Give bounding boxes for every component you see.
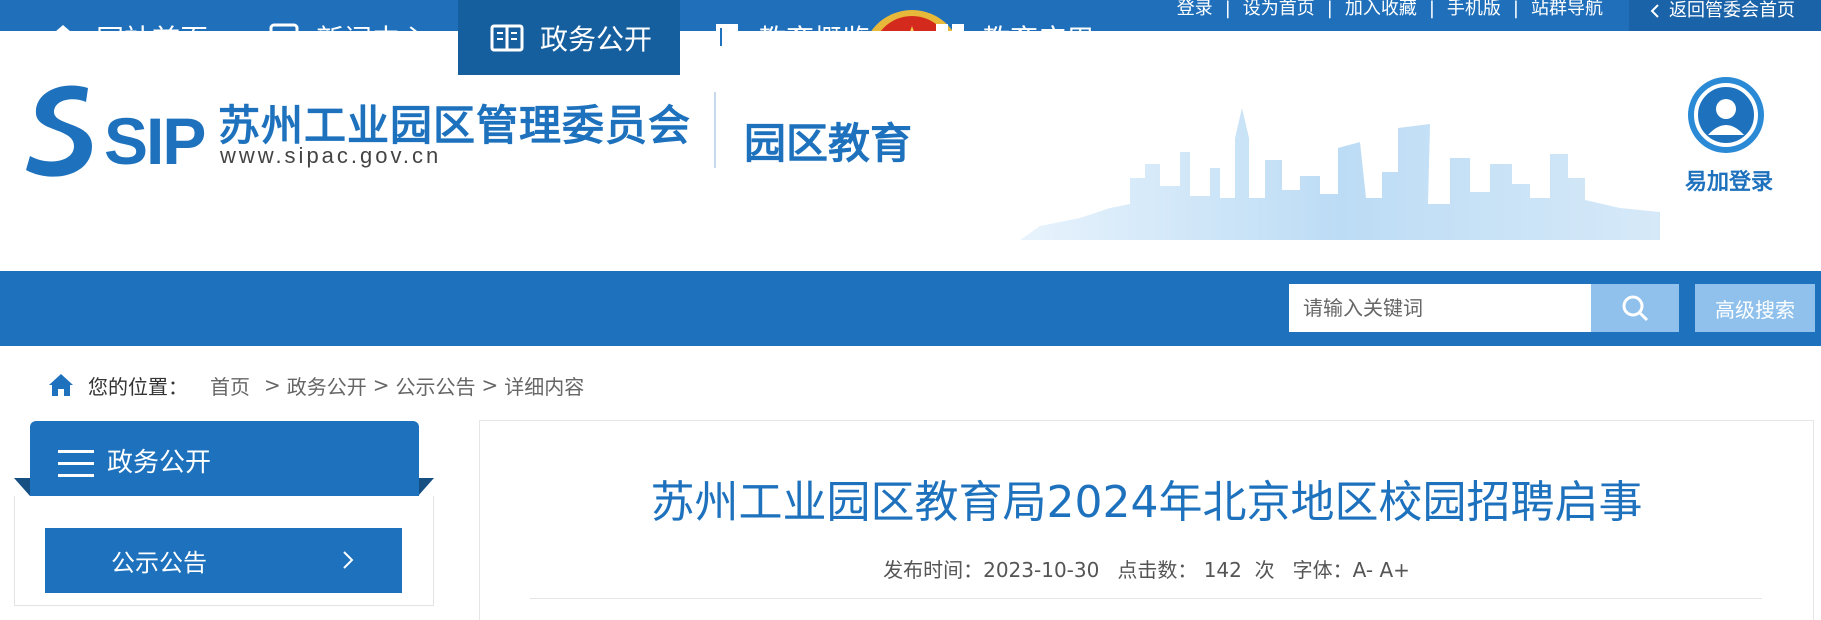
yijia-login-link[interactable]: 易加登录 xyxy=(1684,164,1774,196)
clicks-label: 点击数： xyxy=(1117,558,1198,582)
news-icon xyxy=(269,23,299,52)
article-divider xyxy=(530,598,1762,599)
sidebar-item-announcements[interactable]: 公示公告 xyxy=(45,528,402,593)
menu-icon xyxy=(58,450,94,477)
search-button[interactable] xyxy=(1591,284,1679,332)
sidebar-item-label: 公示公告 xyxy=(111,549,207,577)
org-url: www.sipac.gov.cn xyxy=(220,143,442,168)
chevron-right-icon xyxy=(343,551,354,569)
top-links: 登录 | 设为首页 | 加入收藏 | 手机版 | 站群导航 返回管委会首页 xyxy=(1171,0,1821,31)
user-avatar-icon[interactable] xyxy=(1686,75,1766,155)
apps-icon xyxy=(936,23,964,52)
add-favorites-link[interactable]: 加入收藏 xyxy=(1339,0,1423,18)
sip-logo-text: SIP xyxy=(104,104,206,178)
breadcrumb-home[interactable]: 首页 xyxy=(210,371,250,400)
publish-label: 发布时间： xyxy=(883,558,984,582)
article-meta: 发布时间：2023-10-30 点击数： 142 次字体：A- A+ xyxy=(479,554,1814,583)
sip-logo-icon xyxy=(26,85,92,177)
font-size-label: 字体： xyxy=(1292,558,1353,582)
header-divider xyxy=(714,92,716,168)
section-name: 园区教育 xyxy=(744,119,913,168)
publish-date: 2023-10-30 xyxy=(983,558,1100,582)
set-homepage-link[interactable]: 设为首页 xyxy=(1237,0,1321,18)
nav-item-education-overview[interactable]: 教育概览 xyxy=(712,0,870,75)
chevron-left-icon xyxy=(1650,4,1659,18)
nav-item-government-affairs[interactable]: 政务公开 xyxy=(458,0,680,75)
back-label: 返回管委会首页 xyxy=(1669,0,1795,21)
nav-item-news[interactable]: 新闻中心 xyxy=(268,0,428,75)
sidebar-title: 政务公开 xyxy=(107,448,212,478)
home-icon xyxy=(48,24,78,51)
search-input[interactable] xyxy=(1289,284,1591,332)
breadcrumb-label: 您的位置： xyxy=(88,374,188,399)
nav-item-label: 教育概览 xyxy=(758,22,871,56)
font-smaller-button[interactable]: A- xyxy=(1353,558,1373,582)
book-icon xyxy=(490,24,524,51)
sidebar-fold-left xyxy=(14,478,30,496)
site-group-nav-link[interactable]: 站群导航 xyxy=(1525,0,1609,18)
back-to-committee-link[interactable]: 返回管委会首页 xyxy=(1629,0,1821,31)
advanced-search-button[interactable]: 高级搜索 xyxy=(1695,284,1815,332)
home-icon xyxy=(49,374,73,396)
search-icon xyxy=(1622,295,1649,322)
breadcrumb-announcements[interactable]: 公示公告 xyxy=(396,371,476,400)
sidebar-fold-right xyxy=(418,478,434,496)
breadcrumb-detail: 详细内容 xyxy=(504,374,585,399)
click-count: 142 xyxy=(1203,558,1242,582)
login-link[interactable]: 登录 xyxy=(1171,0,1219,18)
nav-item-label: 教育应用 xyxy=(982,22,1095,56)
clicks-unit: 次 xyxy=(1254,558,1275,582)
city-skyline-image xyxy=(1020,108,1660,240)
nav-item-home[interactable]: 网站首页 xyxy=(46,0,208,75)
article-title: 苏州工业园区教育局2024年北京地区校园招聘启事 xyxy=(650,477,1643,528)
nav-item-label: 新闻中心 xyxy=(316,22,429,56)
notebook-icon xyxy=(714,23,740,52)
mobile-version-link[interactable]: 手机版 xyxy=(1441,0,1507,18)
nav-item-label: 网站首页 xyxy=(96,22,209,56)
font-larger-button[interactable]: A+ xyxy=(1379,558,1409,582)
nav-item-label: 政务公开 xyxy=(540,22,653,56)
breadcrumb: 您的位置： 首页 > 政务公开 > 公示公告 > 详细内容 xyxy=(48,370,584,400)
nav-item-education-apps[interactable]: 教育应用 xyxy=(934,0,1094,75)
breadcrumb-government-affairs[interactable]: 政务公开 xyxy=(287,371,367,400)
